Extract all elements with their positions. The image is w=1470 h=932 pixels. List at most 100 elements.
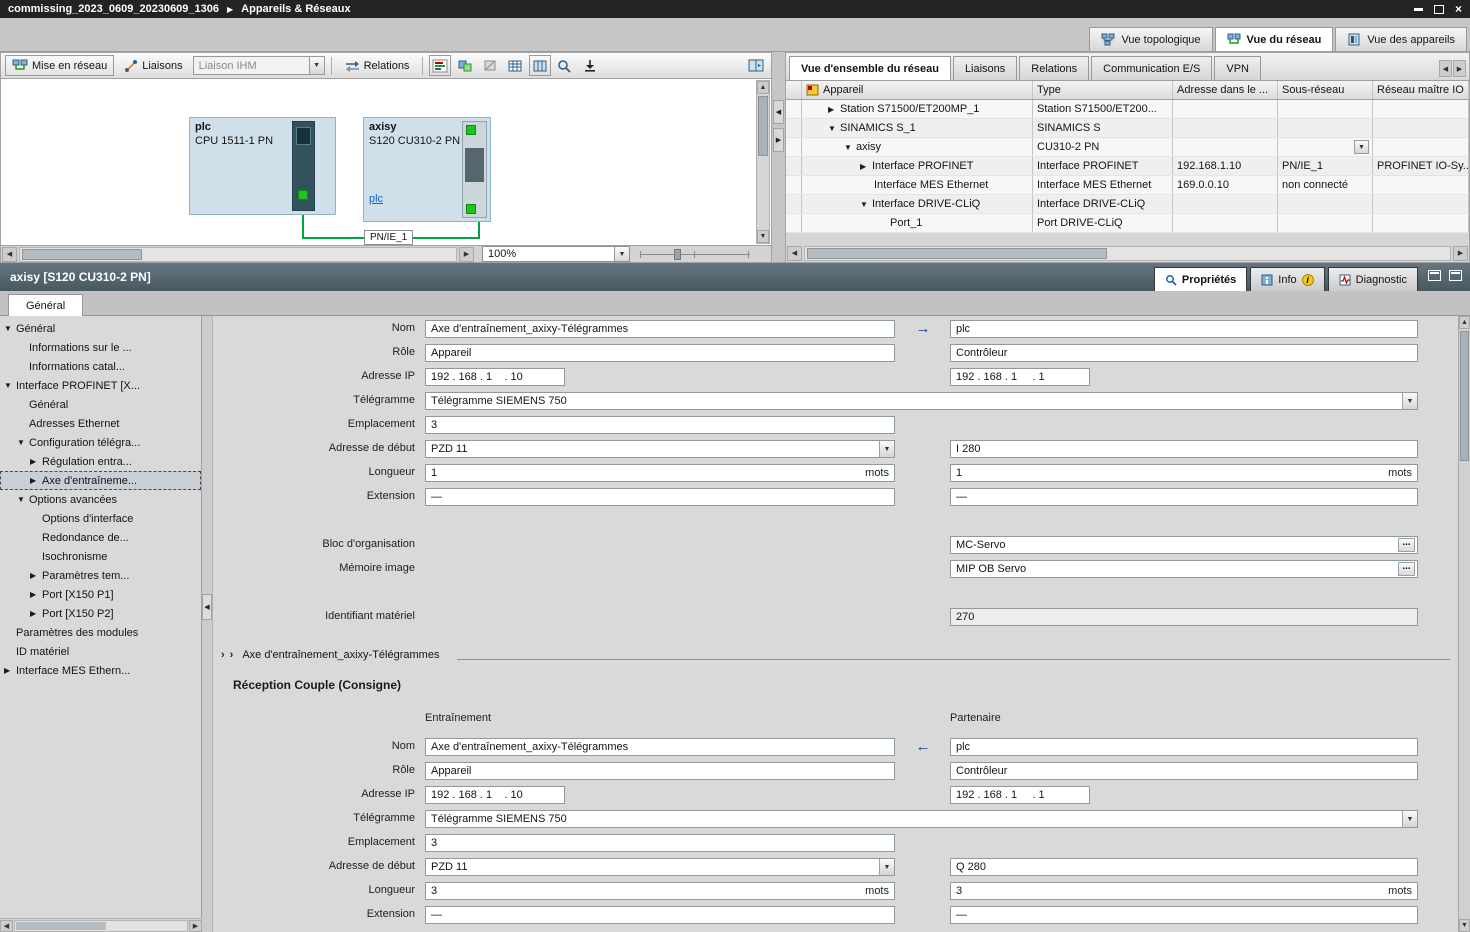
tree-item-port-x150-p1[interactable]: ▶Port [X150 P1] [0,585,201,604]
tree-item-axe-entrainement[interactable]: ▶Axe d'entraîneme... [0,471,201,490]
zoom-slider[interactable] [640,247,750,261]
chevron-down-icon[interactable]: ▼ [879,859,894,875]
table-row[interactable]: ▼axisy CU310-2 PN ▼ [786,138,1469,157]
role-partenaire-input[interactable]: Contrôleur [950,344,1418,362]
scroll-right-icon[interactable]: ▶ [459,247,474,262]
scroll-thumb[interactable] [758,96,768,156]
expand-icon[interactable]: ▶ [30,476,42,485]
tree-item-redondance[interactable]: Redondance de... [0,528,201,547]
collapse-panel-icon[interactable] [1449,270,1462,281]
scroll-right-icon[interactable]: ▶ [1453,246,1468,261]
collapse-icon[interactable]: ▼ [4,324,16,333]
tree-item-parametres-temps[interactable]: ▶Paramètres tem... [0,566,201,585]
longueur-partenaire-input[interactable]: 1mots [950,464,1418,482]
highlight-io-system-icon[interactable] [454,55,476,76]
tab-relations[interactable]: Relations [1019,56,1089,80]
device-plc[interactable]: plc CPU 1511-1 PN [189,117,336,215]
form-vscrollbar[interactable]: ▲ ▼ [1458,316,1470,932]
memoire-image-input[interactable]: MIP OB Servo... [950,560,1418,578]
adresse-debut-select[interactable]: PZD 11▼ [425,440,895,458]
table-row[interactable]: Interface MES Ethernet Interface MES Eth… [786,176,1469,195]
tree-item-configuration-telegrammes[interactable]: ▼Configuration télégra... [0,433,201,452]
scroll-left-icon[interactable]: ◀ [787,246,802,261]
tree-item-options-interface[interactable]: Options d'interface [0,509,201,528]
scroll-thumb[interactable] [1460,331,1469,461]
table-row[interactable]: ▼SINAMICS S_1 SINAMICS S [786,119,1469,138]
expand-icon[interactable]: ▶ [30,457,42,466]
tree-splitter[interactable]: ◀ [202,316,213,932]
collapse-icon[interactable]: ▼ [860,200,872,209]
scroll-up-icon[interactable]: ▲ [757,81,769,94]
nom-partenaire-input[interactable]: plc [950,738,1418,756]
collapse-icon[interactable]: ▼ [4,381,16,390]
scroll-left-icon[interactable]: ◀ [2,247,17,262]
collapse-icon[interactable]: ▼ [17,495,29,504]
expand-icon[interactable]: ▶ [30,571,42,580]
tab-vpn[interactable]: VPN [1214,56,1261,80]
adresse-debut-partenaire-input[interactable]: I 280 [950,440,1418,458]
expand-icon[interactable]: ▶ [860,162,872,171]
tabs-right-icon[interactable]: ▶ [1453,60,1466,77]
tree-item-interface-profinet[interactable]: ▼Interface PROFINET [X... [0,376,201,395]
longueur-input[interactable]: 3mots [425,882,895,900]
browse-button[interactable]: ... [1398,538,1415,552]
extension-partenaire-input[interactable]: — [950,906,1418,924]
mise-en-reseau-button[interactable]: Mise en réseau [5,55,114,76]
extension-partenaire-input[interactable]: — [950,488,1418,506]
float-panel-icon[interactable] [1428,270,1441,281]
nom-input[interactable]: Axe d'entraînement_axixy-Télégrammes [425,738,895,756]
tree-item-parametres-modules[interactable]: Paramètres des modules [0,623,201,642]
device-axisy[interactable]: axisy S120 CU310-2 PN plc [363,117,491,222]
zoom-select[interactable]: 100% ▼ [482,246,630,262]
subnet-line[interactable] [302,215,304,239]
export-layout-icon[interactable] [579,55,601,76]
tab-liaisons[interactable]: Liaisons [953,56,1017,80]
ip-input[interactable]: 192 . 168 . 1 . 10 [425,368,565,386]
jump-icon[interactable]: ›› [221,649,238,661]
role-input[interactable]: Appareil [425,344,895,362]
tree-hscrollbar[interactable]: ◀ ▶ [0,918,202,932]
tree-item-port-x150-p2[interactable]: ▶Port [X150 P2] [0,604,201,623]
tree-item-general[interactable]: ▼Général [0,319,201,338]
ip-partenaire-input[interactable]: 192 . 168 . 1 . 1 [950,368,1090,386]
chevron-down-icon[interactable]: ▼ [879,441,894,457]
scroll-up-icon[interactable]: ▲ [1459,316,1470,329]
chevron-down-icon[interactable]: ▼ [614,247,629,261]
table-row[interactable]: ▶Station S71500/ET200MP_1 Station S71500… [786,100,1469,119]
collapse-tree-icon[interactable]: ◀ [202,594,212,620]
scroll-down-icon[interactable]: ▼ [1459,919,1470,932]
canvas-vscrollbar[interactable]: ▲ ▼ [756,80,770,244]
expand-icon[interactable]: ▶ [30,590,42,599]
table-row[interactable]: ▼Interface DRIVE-CLiQ Interface DRIVE-CL… [786,195,1469,214]
tree-item-regulation-entrainement[interactable]: ▶Régulation entra... [0,452,201,471]
liaisons-button[interactable]: Liaisons [117,55,189,76]
browse-button[interactable]: ... [1398,562,1415,576]
bloc-organisation-input[interactable]: MC-Servo... [950,536,1418,554]
liaison-type-select[interactable]: Liaison IHM ▼ [193,56,325,75]
scroll-thumb[interactable] [807,248,1107,259]
scroll-thumb[interactable] [16,922,106,930]
emplacement-input[interactable]: 3 [425,416,895,434]
chevron-down-icon[interactable]: ▼ [309,57,324,74]
tree-item-informations-projet[interactable]: Informations sur le ... [0,338,201,357]
telegram-section-link[interactable]: ›› Axe d'entraînement_axixy-Télégrammes [221,646,1450,664]
longueur-input[interactable]: 1mots [425,464,895,482]
split-editor-icon[interactable] [745,55,767,76]
tree-item-options-avancees[interactable]: ▼Options avancées [0,490,201,509]
canvas-hscrollbar[interactable] [19,247,457,262]
ip-partenaire-input[interactable]: 192 . 168 . 1 . 1 [950,786,1090,804]
collapse-icon[interactable]: ▼ [844,143,856,152]
tab-diagnostic[interactable]: Diagnostic [1328,267,1418,291]
network-canvas[interactable]: plc CPU 1511-1 PN axisy S120 CU310-2 PN … [0,79,772,245]
telegramme-select[interactable]: Télégramme SIEMENS 750▼ [425,810,1418,828]
subnet-select[interactable]: ▼ [1354,140,1369,154]
collapse-icon[interactable]: ▼ [17,438,29,447]
ip-input[interactable]: 192 . 168 . 1 . 10 [425,786,565,804]
maximize-icon[interactable] [1434,5,1444,14]
adresse-debut-partenaire-input[interactable]: Q 280 [950,858,1418,876]
tab-vue-topologique[interactable]: Vue topologique [1089,27,1212,51]
longueur-partenaire-input[interactable]: 3mots [950,882,1418,900]
collapse-left-icon[interactable]: ◀ [773,100,784,124]
tab-vue-des-appareils[interactable]: Vue des appareils [1335,27,1467,51]
partner-plc-link[interactable]: plc [369,193,383,205]
